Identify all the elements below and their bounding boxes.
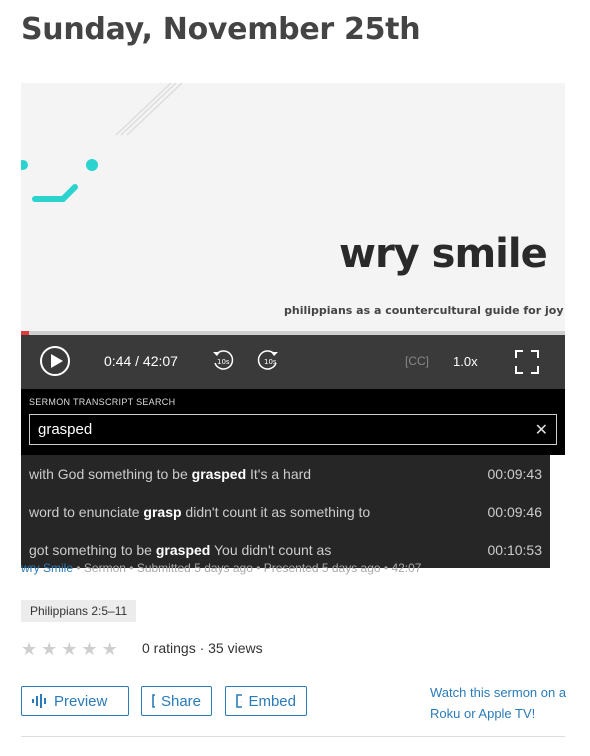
series-link[interactable]: wry Smile [21,561,73,575]
star-icon[interactable]: ★ [21,639,37,660]
preview-button[interactable]: Preview [21,686,129,716]
result-text: got something to be grasped You didn't c… [29,542,332,558]
share-label: Share [160,692,201,710]
time-display: 0:44 / 42:07 [104,353,178,369]
player-controls: 0:44 / 42:07 10s 10s [CC] 1.0x [21,335,565,389]
match-highlight: grasped [155,542,211,558]
current-time: 0:44 [104,353,132,369]
rewind-icon: 10s [213,350,234,370]
skip-back-label: 10s [217,358,230,366]
skip-forward-button[interactable]: 10s [255,347,281,373]
smile-graphic [21,159,98,202]
transcript-search-box: ✕ [29,414,557,445]
sermon-meta: wry Smile • Sermon • Submitted 5 days ag… [21,561,422,575]
divider [21,736,565,737]
transcript-search-label: SERMON TRANSCRIPT SEARCH [29,397,176,407]
external-link-icon [152,694,155,708]
fullscreen-button[interactable] [515,350,539,379]
fullscreen-icon [515,350,539,374]
embed-button[interactable]: Embed [225,686,307,716]
decorative-lines [115,83,183,136]
skip-back-button[interactable]: 10s [210,347,236,373]
rating-stats: 0 ratings · 35 views [142,640,263,656]
video-player[interactable]: wry smile philippians as a countercultur… [21,83,565,389]
result-text: word to enunciate grasp didn't count it … [29,504,371,520]
match-highlight: grasp [143,504,182,520]
play-button[interactable] [40,346,70,376]
result-timestamp: 00:09:46 [487,504,543,520]
star-icon[interactable]: ★ [61,639,77,660]
page-title: Sunday, November 25th [21,12,421,47]
star-icon[interactable]: ★ [81,639,97,660]
transcript-result[interactable]: word to enunciate grasp didn't count it … [21,493,550,531]
forward-icon: 10s [257,350,278,370]
slide-subtitle: philippians as a countercultural guide f… [284,304,564,317]
star-icon[interactable]: ★ [41,639,57,660]
match-highlight: grasped [191,466,247,482]
scripture-tag[interactable]: Philippians 2:5–11 [21,600,137,622]
embed-label: Embed [248,692,296,710]
time-separator: / [135,353,140,369]
skip-forward-label: 10s [264,358,277,366]
transcript-results: with God something to be grasped It's a … [21,455,550,568]
transcript-search-panel: SERMON TRANSCRIPT SEARCH ✕ [21,389,565,455]
share-button[interactable]: Share [141,686,212,716]
close-icon[interactable]: ✕ [535,420,548,440]
transcript-result[interactable]: with God something to be grasped It's a … [21,455,550,493]
star-icon[interactable]: ★ [102,639,118,660]
slide-title: wry smile [339,231,548,277]
external-link-icon [236,694,243,708]
audio-wave-icon [32,694,46,708]
watch-on-tv-link[interactable]: Watch this sermon on a Roku or Apple TV! [430,682,570,724]
result-text: with God something to be grasped It's a … [29,466,312,482]
duration: 42:07 [142,353,178,369]
speed-button[interactable]: 1.0x [453,354,478,369]
star-rating[interactable]: ★ ★ ★ ★ ★ [21,639,122,660]
transcript-search-input[interactable] [30,415,528,444]
play-icon [51,354,63,368]
result-timestamp: 00:10:53 [487,542,543,558]
result-timestamp: 00:09:43 [487,466,543,482]
preview-label: Preview [54,692,108,710]
captions-button[interactable]: [CC] [405,354,429,368]
